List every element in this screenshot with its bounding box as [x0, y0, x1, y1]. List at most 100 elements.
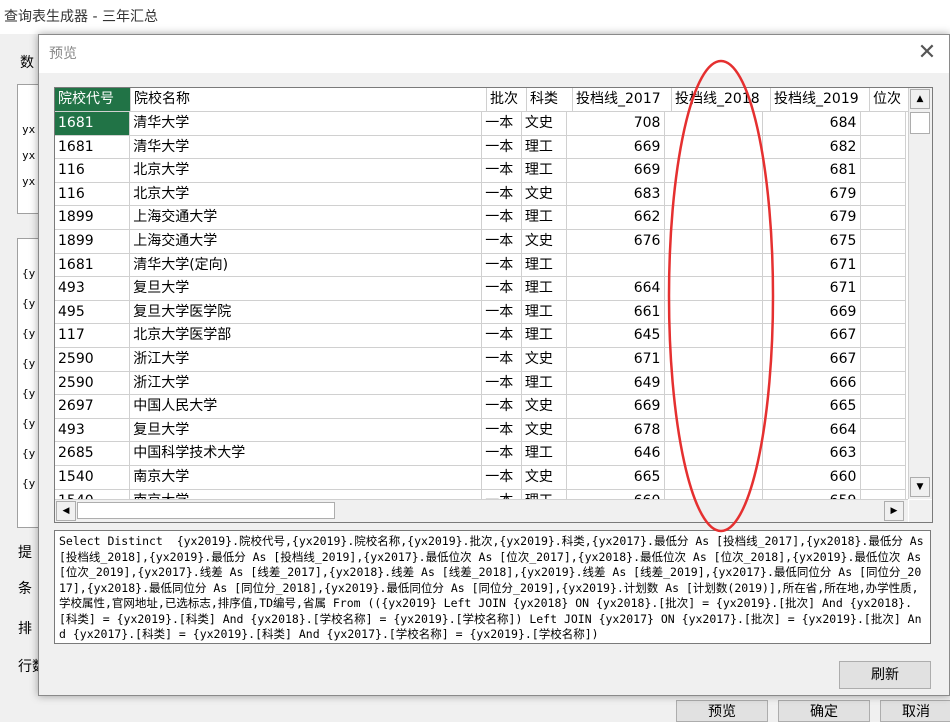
table-cell[interactable]: 645 — [567, 324, 666, 348]
table-row[interactable]: 2685 中国科学技术大学 一本 理工 646 663 — [55, 442, 906, 466]
table-cell[interactable] — [665, 300, 764, 325]
table-cell[interactable]: 683 — [567, 182, 666, 207]
table-cell[interactable] — [665, 159, 764, 183]
table-cell[interactable]: 669 — [567, 159, 666, 183]
parent-list-item[interactable]: yx — [22, 175, 35, 188]
table-cell[interactable]: 666 — [763, 371, 862, 396]
table-cell[interactable]: 663 — [763, 442, 862, 466]
table-cell[interactable] — [665, 324, 764, 348]
table-cell[interactable]: 浙江大学 — [130, 347, 483, 372]
table-cell[interactable]: 一本 — [482, 371, 522, 396]
table-cell[interactable]: 一本 — [482, 159, 522, 183]
table-cell[interactable] — [665, 347, 764, 372]
parent-list-item[interactable]: {y — [22, 417, 35, 430]
preview-grid[interactable]: 院校代号 院校名称 批次 科类 投档线_2017 投档线_2018 投档线_20… — [54, 87, 933, 523]
parent-list-item[interactable]: {y — [22, 267, 35, 280]
table-cell[interactable]: 495 — [55, 300, 131, 325]
table-cell[interactable] — [861, 347, 906, 372]
table-cell[interactable]: 北京大学 — [130, 159, 483, 183]
horizontal-scrollbar[interactable]: ◀ ▶ — [55, 499, 908, 522]
parent-list-item[interactable]: {y — [22, 327, 35, 340]
parent-list-item[interactable]: {y — [22, 387, 35, 400]
table-cell[interactable]: 679 — [763, 182, 862, 207]
table-cell[interactable]: 一本 — [482, 277, 522, 301]
table-cell[interactable] — [665, 206, 764, 230]
table-cell[interactable]: 北京大学 — [130, 182, 483, 207]
table-row[interactable]: 116 北京大学 一本 文史 683 679 — [55, 182, 906, 207]
table-cell[interactable]: 669 — [567, 135, 666, 160]
table-cell[interactable] — [567, 253, 666, 278]
table-cell[interactable]: 669 — [567, 395, 666, 419]
table-cell[interactable] — [665, 465, 764, 490]
sql-text-area[interactable]: Select Distinct {yx2019}.院校代号,{yx2019}.院… — [54, 530, 931, 644]
table-cell[interactable]: 文史 — [521, 112, 568, 136]
table-cell[interactable] — [665, 112, 764, 136]
table-cell[interactable]: 复旦大学医学院 — [130, 300, 483, 325]
table-cell[interactable] — [861, 489, 906, 499]
table-cell[interactable]: 664 — [763, 418, 862, 443]
table-cell[interactable] — [861, 371, 906, 396]
table-cell[interactable]: 一本 — [482, 324, 522, 348]
parent-list-item[interactable]: {y — [22, 477, 35, 490]
table-cell[interactable]: 671 — [567, 347, 666, 372]
parent-list-item[interactable]: yx — [22, 123, 35, 136]
table-cell[interactable]: 662 — [567, 206, 666, 230]
table-row[interactable]: 493 复旦大学 一本 理工 664 671 — [55, 277, 906, 301]
table-cell[interactable]: 理工 — [521, 253, 568, 278]
table-cell[interactable]: 493 — [55, 418, 131, 443]
table-cell[interactable]: 676 — [567, 229, 666, 254]
column-header[interactable]: 院校名称 — [131, 88, 487, 112]
table-cell[interactable]: 中国人民大学 — [130, 395, 483, 419]
table-cell[interactable]: 理工 — [521, 300, 568, 325]
table-cell[interactable]: 文史 — [521, 465, 568, 490]
table-cell[interactable]: 684 — [763, 112, 862, 136]
table-cell[interactable] — [665, 182, 764, 207]
table-cell[interactable] — [665, 277, 764, 301]
table-cell[interactable]: 清华大学 — [130, 112, 483, 136]
parent-list-item[interactable]: {y — [22, 357, 35, 370]
table-cell[interactable]: 复旦大学 — [130, 277, 483, 301]
scroll-left-icon[interactable]: ◀ — [56, 501, 76, 521]
column-header[interactable]: 批次 — [487, 88, 527, 112]
table-cell[interactable]: 2590 — [55, 371, 131, 396]
table-cell[interactable]: 一本 — [482, 135, 522, 160]
table-cell[interactable]: 665 — [567, 465, 666, 490]
table-cell[interactable]: 理工 — [521, 206, 568, 230]
table-cell[interactable]: 文史 — [521, 229, 568, 254]
scroll-down-icon[interactable]: ▼ — [910, 477, 930, 497]
table-cell[interactable] — [861, 229, 906, 254]
table-cell[interactable]: 一本 — [482, 465, 522, 490]
column-header[interactable]: 投档线_2019 — [771, 88, 870, 112]
parent-ok-button[interactable]: 确定 — [778, 700, 870, 722]
table-cell[interactable]: 理工 — [522, 489, 568, 499]
table-cell[interactable]: 681 — [763, 159, 862, 183]
close-icon[interactable]: ✕ — [917, 42, 937, 64]
table-cell[interactable]: 2697 — [55, 395, 131, 419]
refresh-button[interactable]: 刷新 — [839, 661, 931, 689]
column-header[interactable]: 投档线_2018 — [672, 88, 771, 112]
table-cell[interactable]: 679 — [763, 206, 862, 230]
table-row[interactable]: 2697 中国人民大学 一本 文史 669 665 — [55, 395, 906, 419]
table-cell[interactable]: 671 — [763, 277, 862, 301]
table-cell[interactable]: 493 — [55, 277, 131, 301]
table-cell[interactable]: 1540 — [55, 465, 131, 490]
table-cell[interactable]: 660 — [763, 465, 862, 490]
table-cell[interactable]: 理工 — [521, 135, 568, 160]
table-row[interactable]: 117 北京大学医学部 一本 理工 645 667 — [55, 324, 906, 348]
scroll-right-icon[interactable]: ▶ — [884, 501, 904, 521]
table-cell[interactable]: 中国科学技术大学 — [130, 442, 483, 466]
table-cell[interactable] — [861, 324, 906, 348]
table-cell[interactable]: 667 — [763, 347, 862, 372]
table-cell[interactable]: 一本 — [482, 300, 522, 325]
table-row[interactable]: 1899 上海交通大学 一本 理工 662 679 — [55, 206, 906, 230]
table-cell[interactable]: 一本 — [482, 347, 522, 372]
table-cell[interactable]: 一本 — [482, 229, 522, 254]
table-cell[interactable]: 675 — [763, 229, 862, 254]
table-cell[interactable]: 上海交通大学 — [130, 229, 483, 254]
table-row[interactable]: 1899 上海交通大学 一本 文史 676 675 — [55, 229, 906, 254]
table-cell[interactable]: 一本 — [482, 442, 522, 466]
table-cell[interactable]: 664 — [567, 277, 666, 301]
table-cell[interactable]: 649 — [567, 371, 666, 396]
parent-preview-button[interactable]: 预览 — [676, 700, 768, 722]
table-cell[interactable]: 1540 — [55, 489, 131, 499]
